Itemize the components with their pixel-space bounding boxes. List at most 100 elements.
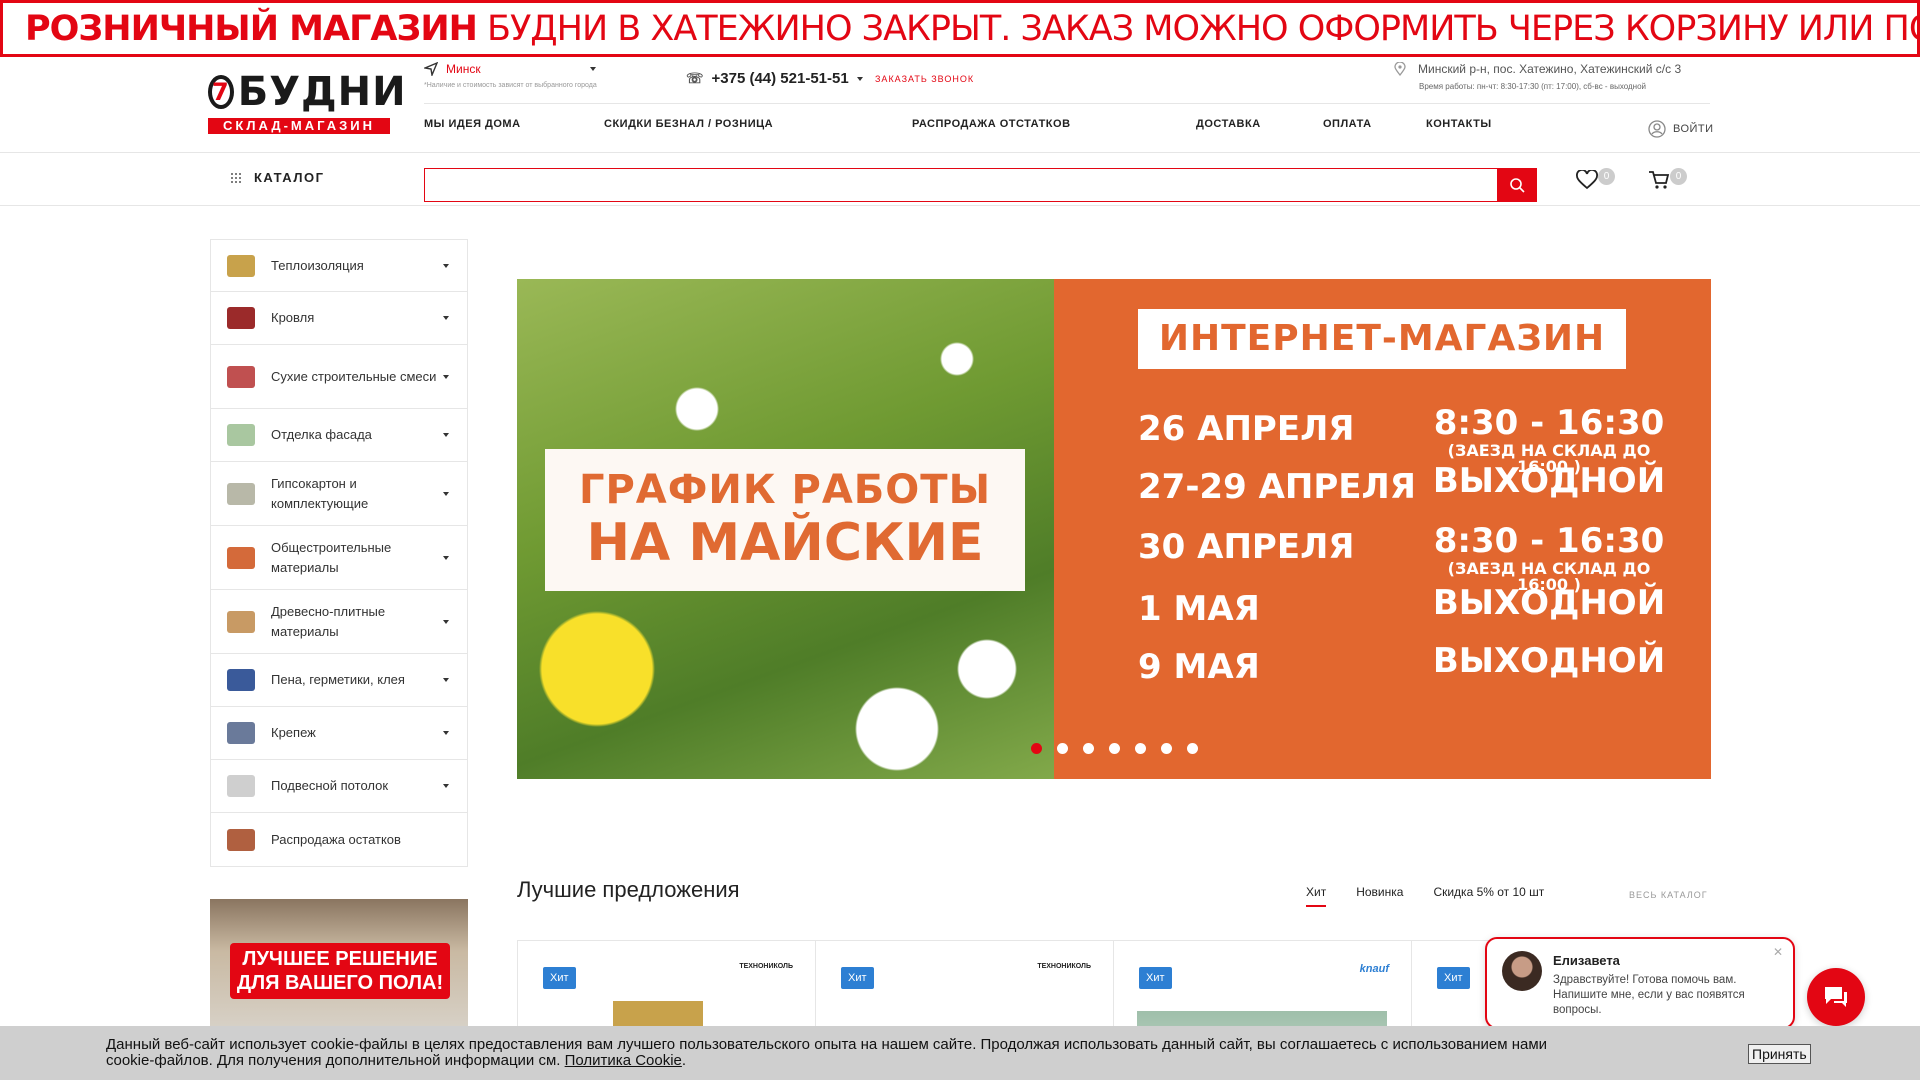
heart-icon: [1576, 169, 1598, 190]
working-hours: Время работы: пн-чт: 8:30-17:30 (пт: 17:…: [1419, 82, 1647, 91]
schedule-time-value: 8:30 - 16:30: [1433, 403, 1665, 443]
cookie-policy-link[interactable]: Политика Cookie: [565, 1052, 682, 1069]
chat-popup[interactable]: Елизавета Здравствуйте! Готова помочь ва…: [1485, 937, 1795, 1029]
banner-bold-text: РОЗНИЧНЫЙ МАГАЗИН: [25, 8, 478, 49]
sidebar-category-item[interactable]: Теплоизоляция: [211, 240, 467, 292]
address-text: Минский р-н, пос. Хатежино, Хатежинский …: [1418, 62, 1682, 76]
callback-link[interactable]: ЗАКАЗАТЬ ЗВОНОК: [875, 74, 974, 84]
schedule-date: 1 МАЯ: [1138, 589, 1260, 629]
login-button[interactable]: ВОЙТИ: [1648, 120, 1714, 138]
sidebar-category-item[interactable]: Сухие строительные смеси: [211, 345, 467, 409]
search-button[interactable]: [1497, 168, 1537, 202]
tab-hit[interactable]: Хит: [1306, 885, 1327, 907]
schedule-time-value: ВЫХОДНОЙ: [1432, 641, 1666, 681]
sidebar-category-item[interactable]: Подвесной потолок: [211, 760, 467, 813]
schedule-time: ВЫХОДНОЙ: [1424, 583, 1674, 623]
hit-badge: Хит: [543, 967, 576, 989]
category-thumb-icon: [227, 546, 255, 569]
address-block: Минский р-н, пос. Хатежино, Хатежинский …: [1394, 62, 1681, 91]
logo-seven-icon: 7: [208, 75, 234, 109]
promo-banner[interactable]: ЛУЧШЕЕ РЕШЕНИЕ ДЛЯ ВАШЕГО ПОЛА!: [210, 899, 468, 1029]
sidebar-category-item[interactable]: Гипсокартон и комплектующие: [211, 462, 467, 526]
sidebar-item-label: Отделка фасада: [271, 427, 372, 442]
catalog-label: КАТАЛОГ: [254, 170, 325, 185]
sidebar-item-label: Подвесной потолок: [271, 778, 389, 793]
tab-discount[interactable]: Скидка 5% от 10 шт: [1433, 885, 1544, 907]
user-icon: [1648, 120, 1666, 138]
cart-button[interactable]: 0: [1648, 168, 1687, 195]
schedule-date: 26 АПРЕЛЯ: [1138, 409, 1355, 449]
sidebar-item-label: Пена, герметики, клея: [271, 672, 405, 687]
hero-slider[interactable]: ГРАФИК РАБОТЫ НА МАЙСКИЕ ИНТЕРНЕТ-МАГАЗИ…: [517, 279, 1711, 779]
chevron-down-icon: [443, 433, 449, 437]
slide-title-line-2: НА МАЙСКИЕ: [586, 513, 984, 573]
close-icon[interactable]: ✕: [1773, 945, 1783, 959]
banner-text: БУДНИ В ХАТЕЖИНО ЗАКРЫТ. ЗАКАЗ МОЖНО ОФО…: [486, 8, 1917, 49]
sidebar-item-label: Кровля: [271, 310, 315, 325]
city-name[interactable]: Минск: [446, 62, 582, 76]
nav-item-idea[interactable]: МЫ ИДЕЯ ДОМА: [424, 118, 521, 130]
cookie-accept-button[interactable]: Принять: [1748, 1044, 1811, 1064]
chevron-down-icon: [443, 619, 449, 624]
favorites-count: 0: [1598, 168, 1615, 185]
top-navigation: МЫ ИДЕЯ ДОМА СКИДКИ БЕЗНАЛ / РОЗНИЦА РАС…: [424, 103, 1710, 153]
chevron-down-icon: [443, 316, 449, 320]
slide-title-line-1: ГРАФИК РАБОТЫ: [578, 467, 992, 513]
chevron-down-icon: [443, 731, 449, 735]
sidebar-item-label: Теплоизоляция: [271, 257, 364, 273]
best-offers-tabs: Хит Новинка Скидка 5% от 10 шт: [1306, 885, 1544, 907]
sidebar-category-item[interactable]: Распродажа остатков: [211, 813, 467, 866]
chevron-down-icon: [443, 555, 449, 560]
phone-block[interactable]: ☏ +375 (44) 521-51-51: [686, 70, 863, 87]
cookie-message: Данный веб-сайт использует cookie-файлы …: [106, 1036, 1548, 1069]
sidebar-category-item[interactable]: Общестроительные материалы: [211, 526, 467, 590]
chevron-down-icon: [590, 67, 596, 71]
brand-logo: ТЕХНОНИКОЛЬ: [739, 963, 793, 970]
favorites-button[interactable]: 0: [1576, 168, 1615, 195]
city-note: *Наличие и стоимость зависят от выбранно…: [424, 82, 597, 89]
category-thumb-icon: [227, 365, 255, 388]
sidebar-category-item[interactable]: Отделка фасада: [211, 409, 467, 462]
category-thumb-icon: [227, 722, 255, 744]
category-thumb-icon: [227, 828, 255, 851]
sidebar-item-label: Древесно-плитные материалы: [271, 603, 386, 639]
site-logo[interactable]: 7 БУДНИ СКЛАД-МАГАЗИН: [208, 69, 406, 136]
all-catalog-link[interactable]: ВЕСЬ КАТАЛОГ: [1629, 890, 1708, 900]
nav-item-payment[interactable]: ОПЛАТА: [1323, 118, 1372, 130]
nav-item-delivery[interactable]: ДОСТАВКА: [1196, 118, 1261, 130]
tab-new[interactable]: Новинка: [1356, 885, 1403, 907]
slider-dots: [1031, 743, 1198, 754]
chat-open-button[interactable]: [1807, 968, 1865, 1026]
location-arrow-icon: [424, 62, 438, 76]
chevron-down-icon: [856, 76, 863, 81]
schedule-date: 9 МАЯ: [1138, 647, 1260, 687]
slide-title-card: ГРАФИК РАБОТЫ НА МАЙСКИЕ: [545, 449, 1025, 591]
nav-item-discounts[interactable]: СКИДКИ БЕЗНАЛ / РОЗНИЦА: [604, 118, 773, 130]
logo-word: 7 БУДНИ: [208, 69, 406, 115]
nav-item-sale[interactable]: РАСПРОДАЖА ОТСТАТКОВ: [912, 118, 1071, 130]
catalog-button[interactable]: КАТАЛОГ: [230, 170, 324, 185]
slider-dot[interactable]: [1135, 743, 1146, 754]
search-icon: [1510, 178, 1525, 193]
sidebar-category-item[interactable]: Древесно-плитные материалы: [211, 590, 467, 654]
slider-dot[interactable]: [1109, 743, 1120, 754]
sidebar-item-label: Распродажа остатков: [271, 831, 401, 847]
slide-photo-panel: ГРАФИК РАБОТЫ НА МАЙСКИЕ: [517, 279, 1054, 779]
slider-dot[interactable]: [1083, 743, 1094, 754]
sidebar-category-item[interactable]: Крепеж: [211, 707, 467, 760]
sidebar-item-label: Общестроительные материалы: [271, 539, 392, 575]
nav-item-contacts[interactable]: КОНТАКТЫ: [1426, 118, 1492, 130]
city-selector[interactable]: Минск *Наличие и стоимость зависят от вы…: [424, 62, 597, 89]
search-input[interactable]: [424, 168, 1537, 202]
phone-number[interactable]: +375 (44) 521-51-51: [712, 70, 849, 87]
sidebar-category-item[interactable]: Пена, герметики, клея: [211, 654, 467, 707]
slider-dot[interactable]: [1161, 743, 1172, 754]
slider-dot[interactable]: [1187, 743, 1198, 754]
best-offers-title: Лучшие предложения: [517, 877, 740, 902]
slider-dot[interactable]: [1031, 743, 1042, 754]
slider-dot[interactable]: [1057, 743, 1068, 754]
sidebar-category-menu: Теплоизоляция Кровля Сухие строительные см…: [210, 239, 468, 867]
category-thumb-icon: [227, 775, 255, 797]
schedule-time-value: 8:30 - 16:30: [1433, 521, 1665, 561]
sidebar-category-item[interactable]: Кровля: [211, 292, 467, 345]
